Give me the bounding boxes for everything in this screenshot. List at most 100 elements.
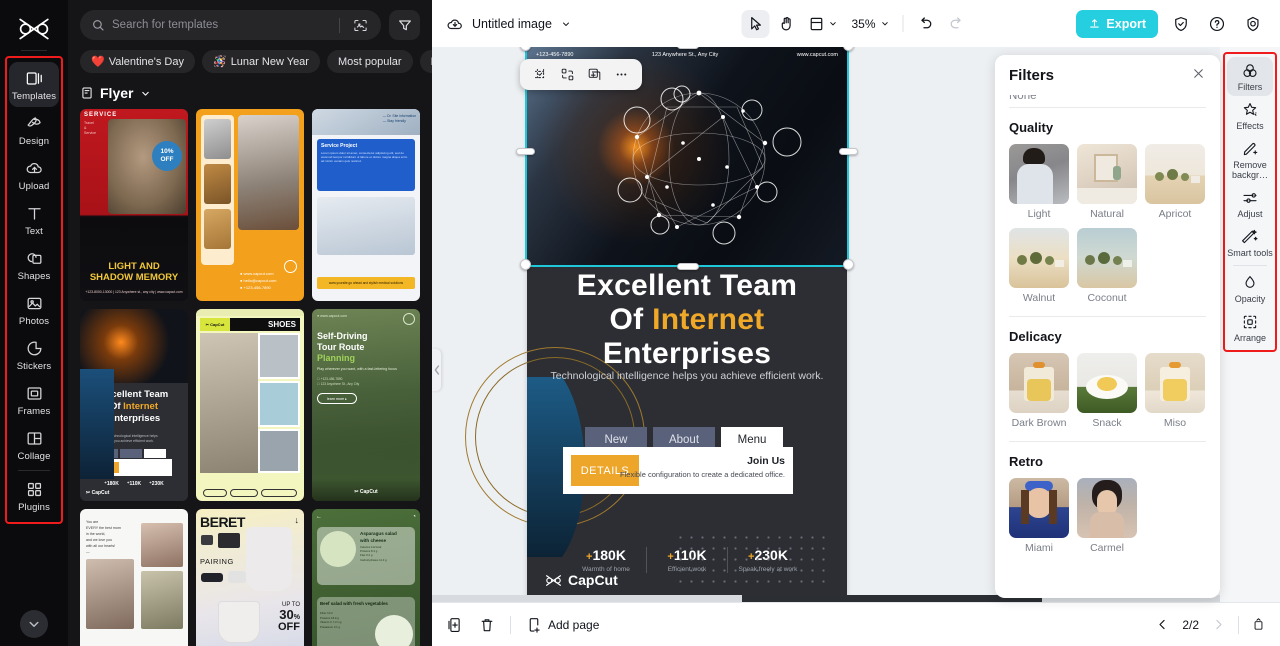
poster-subtitle[interactable]: Technological intelligence helps you ach…: [527, 369, 847, 383]
sidebar-label: Stickers: [16, 361, 52, 372]
template-card[interactable]: SHOES ✂ CapCut: [196, 309, 304, 501]
redo-button[interactable]: [943, 10, 971, 38]
tool-arrange[interactable]: Arrange: [1227, 308, 1273, 347]
layout-tool-button[interactable]: [803, 10, 842, 38]
sidebar-item-shapes[interactable]: Shapes: [9, 242, 59, 287]
filter-button[interactable]: [389, 10, 420, 40]
next-page-button[interactable]: [1211, 617, 1226, 632]
poster-title[interactable]: Excellent Team Of Internet Enterprises: [527, 269, 847, 371]
filter-item-dark-brown[interactable]: Dark Brown: [1009, 353, 1069, 429]
sidebar-item-plugins[interactable]: Plugins: [9, 473, 59, 518]
template-card[interactable]: ● www.capcut.com Self-Driving Tour Route P…: [312, 309, 420, 501]
settings-gear-icon[interactable]: [1240, 11, 1266, 37]
search-input[interactable]: [112, 19, 332, 31]
expand-pages-button[interactable]: [1251, 617, 1266, 632]
chip-lunar-new-year[interactable]: 🪅 Lunar New Year: [201, 50, 320, 73]
adjust-icon: [1243, 193, 1257, 203]
capcut-logo[interactable]: [14, 14, 54, 44]
sidebar-item-collage[interactable]: Collage: [9, 422, 59, 467]
chip-pro[interactable]: Pro: [419, 50, 432, 73]
sidebar-item-design[interactable]: Design: [9, 107, 59, 152]
hand-tool-button[interactable]: [772, 10, 800, 38]
resize-handle-right[interactable]: [839, 148, 858, 155]
sidebar-item-text[interactable]: Text: [9, 197, 59, 242]
search-box[interactable]: [80, 10, 381, 40]
sidebar-item-photos[interactable]: Photos: [9, 287, 59, 332]
filter-grid-quality: Light Natural Apricot Walnut Coconut: [1009, 144, 1206, 304]
template-card[interactable]: ← ◔ Asparagus salad with cheese Calories …: [312, 509, 420, 646]
tool-adjust[interactable]: Adjust: [1227, 184, 1273, 223]
poster-website: www.capcut.com: [796, 52, 838, 58]
category-header[interactable]: Flyer: [68, 73, 432, 109]
filter-item-walnut[interactable]: Walnut: [1009, 228, 1069, 304]
template-card[interactable]: You are EVERY the best mom in the world, an…: [80, 509, 188, 646]
filters-panel-body[interactable]: None Quality Light Natu: [995, 95, 1220, 598]
design-page[interactable]: +123-456-7890 123 Anywhere St., Any City…: [465, 47, 858, 602]
template-card[interactable]: — Dr. Site information — Stay friendly Se…: [312, 109, 420, 301]
chevron-down-icon: [830, 22, 836, 26]
sidebar-item-stickers[interactable]: Stickers: [9, 332, 59, 377]
replace-icon[interactable]: [560, 67, 575, 82]
select-tool-button[interactable]: [741, 9, 770, 38]
filter-item-miso[interactable]: Miso: [1145, 353, 1205, 429]
tool-label: Adjust: [1237, 209, 1263, 219]
tool-filters[interactable]: Filters: [1227, 57, 1273, 96]
tool-opacity[interactable]: Opacity: [1227, 269, 1273, 308]
poster-join-card[interactable]: DETAILS Join Us Flexible configuration t…: [563, 447, 793, 494]
help-circle-icon[interactable]: [1204, 11, 1230, 37]
rail-collapse-button[interactable]: [20, 610, 48, 638]
document-name-button[interactable]: Untitled image: [446, 15, 572, 33]
prev-page-button[interactable]: [1155, 617, 1170, 632]
filter-item-light[interactable]: Light: [1009, 144, 1069, 220]
chip-valentines-day[interactable]: ❤️ Valentine's Day: [80, 50, 195, 73]
more-dots-icon[interactable]: [614, 67, 629, 82]
shield-check-icon[interactable]: [1168, 11, 1194, 37]
chip-most-popular[interactable]: Most popular: [326, 50, 413, 73]
canvas-tools: 35%: [741, 9, 971, 38]
filter-item-natural[interactable]: Natural: [1077, 144, 1137, 220]
filter-item-snack[interactable]: Snack: [1077, 353, 1137, 429]
add-page-button[interactable]: Add page: [525, 616, 599, 634]
filter-thumbnail: [1077, 353, 1137, 413]
poster-stat: +180K Warmth of home: [566, 547, 646, 573]
poster-join-title: Join Us: [747, 455, 785, 467]
toolbar-divider: [902, 15, 904, 32]
filter-item-apricot[interactable]: Apricot: [1145, 144, 1205, 220]
image-search-icon[interactable]: [347, 12, 373, 38]
sidebar-item-frames[interactable]: Frames: [9, 377, 59, 422]
template-card[interactable]: SERVICE Travel & Service 10% OFF LIGHT AND S…: [80, 109, 188, 301]
chevron-down-icon: [562, 22, 569, 26]
filter-group-title-retro: Retro: [1009, 454, 1043, 469]
delete-page-button[interactable]: [478, 616, 496, 634]
filter-item-carmel[interactable]: Carmel: [1077, 478, 1137, 554]
filter-item-miami[interactable]: Miami: [1009, 478, 1069, 554]
duplicate-icon[interactable]: [587, 67, 602, 82]
template-card[interactable]: Excellent Team Of Internet Enterprises Tec…: [80, 309, 188, 501]
panel-collapse-handle[interactable]: [432, 349, 441, 391]
filter-group-title-quality: Quality: [1009, 120, 1054, 135]
template-card[interactable]: BERET ↓ PAIRING UP TO30%OFF ✤ FAVORABLE …: [196, 509, 304, 646]
right-rail-highlight-box: Filters Effects Remove backgr… Adjust Sm…: [1223, 52, 1277, 352]
template-card[interactable]: ● www.capcut.com ● hello@capcut.com ● +123…: [196, 109, 304, 301]
export-button[interactable]: Export: [1076, 9, 1158, 38]
add-page-label: Add page: [548, 617, 600, 632]
zoom-level: 35%: [851, 16, 876, 31]
sidebar-item-templates[interactable]: Templates: [9, 62, 59, 107]
filter-none-scrolled[interactable]: None: [1009, 95, 1206, 99]
duplicate-page-button[interactable]: [446, 616, 464, 634]
page-indicator: 2/2: [1182, 617, 1199, 632]
filter-item-coconut[interactable]: Coconut: [1077, 228, 1137, 304]
filter-label: Snack: [1092, 417, 1122, 429]
tool-effects[interactable]: Effects: [1227, 96, 1273, 135]
undo-button[interactable]: [912, 10, 940, 38]
pagenav-divider: [1238, 615, 1239, 634]
resize-handle-left[interactable]: [516, 148, 535, 155]
zoom-control[interactable]: 35%: [845, 10, 894, 38]
tool-remove-background[interactable]: Remove backgr…: [1227, 135, 1273, 184]
filter-thumbnail: [1077, 228, 1137, 288]
crop-icon[interactable]: [533, 67, 548, 82]
sidebar-item-upload[interactable]: Upload: [9, 152, 59, 197]
poster-join-block: Join Us Flexible configuration to create…: [620, 451, 785, 480]
tool-smart-tools[interactable]: Smart tools: [1227, 223, 1273, 262]
close-icon[interactable]: [1191, 66, 1206, 85]
